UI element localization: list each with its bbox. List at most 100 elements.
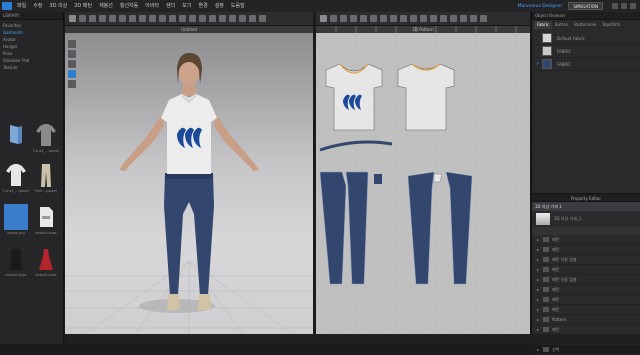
brand-link[interactable]: Marvelous Designer [518,4,563,9]
pin-icon[interactable] [99,15,106,22]
tab-topstitch[interactable]: Topstitch [599,21,623,29]
menu-2d-pattern[interactable]: 2D 패턴 [74,0,92,12]
polygon-icon[interactable] [360,15,367,22]
edit-curvature-icon[interactable] [340,15,347,22]
property-row[interactable]: 3D 의상 가게 1 [532,202,640,211]
move-icon[interactable] [79,15,86,22]
menu-file[interactable]: 파일 [17,0,26,12]
internal-line-icon[interactable] [390,15,397,22]
segment-sewing-icon[interactable] [420,15,427,22]
library-item-dark-fabric[interactable]: default.zpac [2,246,30,277]
topstitch-icon[interactable] [450,15,457,22]
circle-icon[interactable] [380,15,387,22]
strain-map-icon[interactable] [209,15,216,22]
camera-icon[interactable] [169,15,176,22]
tape-icon[interactable] [119,15,126,22]
nav-favorites[interactable]: Favorites [3,22,60,29]
tab-buttonhole[interactable]: Buttonhole [571,21,599,29]
nav-hanger[interactable]: Hanger [3,43,60,50]
nav-garments[interactable]: Garments [3,29,60,36]
nav-texture[interactable]: Texture [3,64,60,71]
tab-button[interactable]: Button [552,21,571,29]
free-sewing-icon[interactable] [430,15,437,22]
library-item-tshirt[interactable]: T-shirt_...(pose) [32,122,60,153]
fabric-item[interactable]: ✓ FABRIC [532,58,640,71]
minimize-icon[interactable] [612,3,618,9]
pleat-icon[interactable] [410,15,417,22]
menu-3d-garment[interactable]: 3D 의상 [49,0,67,12]
show-icon[interactable] [259,15,266,22]
lock-icon[interactable] [229,15,236,22]
object-browser-tabs: Fabric Button Buttonhole Topstitch [532,21,640,29]
pattern-sheet [316,26,530,334]
tree-row[interactable]: ▸패턴 [532,295,640,305]
menu-view[interactable]: 보기 [182,0,191,12]
pattern-icon [543,237,549,242]
right-shoe [198,294,211,310]
garment-preview-row[interactable]: 3D 의상 가게_1 [532,211,640,227]
grain-icon[interactable] [460,15,467,22]
stress-map-icon[interactable] [219,15,226,22]
menu-render[interactable]: 렌더 [166,0,175,12]
tree-row[interactable]: ▸패턴 [532,265,640,275]
fold-icon[interactable] [89,15,96,22]
tree-row[interactable]: ▸ 패턴 자동 맞춤 [532,255,640,265]
button-tool-icon[interactable] [139,15,146,22]
zipper-icon[interactable] [149,15,156,22]
brush-icon[interactable] [129,15,136,22]
hide-icon[interactable] [249,15,256,22]
edit-pattern-icon[interactable] [330,15,337,22]
simulation-badge[interactable]: SIMULATION [568,2,603,10]
fabric-item[interactable]: FABRIC [532,45,640,58]
fabric-item[interactable]: Default Fabric [532,32,640,45]
tree-row[interactable]: ▸패턴 [532,285,640,295]
add-point-icon[interactable] [350,15,357,22]
nav-pose[interactable]: Pose [3,50,60,57]
library-item-pants[interactable]: Pant...(pose) [32,162,60,193]
menu-help[interactable]: 도움말 [231,0,245,12]
menu-avatar[interactable]: 아바타 [145,0,159,12]
right-arm [214,114,259,171]
fold-line-icon[interactable] [470,15,477,22]
tree-row[interactable]: ▸패턴 [532,305,640,315]
freeze-icon[interactable] [239,15,246,22]
tab-fabric[interactable]: Fabric [534,21,552,29]
library-item-folder[interactable] [2,122,30,149]
3d-viewport[interactable]: Untitled [65,26,313,334]
left-arm [119,114,164,171]
dart-icon[interactable] [400,15,407,22]
rectangle-icon[interactable] [370,15,377,22]
pose-icon[interactable] [189,15,196,22]
select-icon[interactable] [69,15,76,22]
transform-pattern-icon[interactable] [320,15,327,22]
tack-icon[interactable] [440,15,447,22]
menu-environment[interactable]: 환경 [199,0,208,12]
library-item-zpac[interactable]: default.zpac [32,204,60,235]
left-shoe [167,294,180,310]
measure-icon[interactable] [109,15,116,22]
object-browser-title: Object Browser [532,12,640,20]
annotation-icon[interactable] [480,15,487,22]
close-icon[interactable] [630,3,636,9]
garment-preview-icon [536,213,550,225]
2d-pattern-viewport[interactable]: 2D Pattern [316,26,530,334]
maximize-icon[interactable] [621,3,627,9]
tree-row[interactable]: ▸패턴 [532,235,640,245]
menu-sewing[interactable]: 재봉선 [99,0,113,12]
library-item-steem-image[interactable]: steem.jpg [2,204,30,235]
tree-row[interactable]: ▸ 패턴 자동 맞춤 [532,275,640,285]
library-item-red-dress[interactable]: default.zpac [32,246,60,277]
nav-avatar[interactable]: Avatar [3,36,60,43]
avatar-icon[interactable] [179,15,186,22]
texture-icon[interactable] [159,15,166,22]
pattern-logo-icon [343,94,362,110]
library-item-tshirt-white[interactable]: T-shirt_...(pose) [2,162,30,193]
tree-row[interactable]: ▸패턴 [532,245,640,255]
tree-row[interactable]: ▸ Pattern [532,315,640,325]
menu-edit[interactable]: 수정 [33,0,42,12]
menu-auto[interactable]: 횡선자동 [120,0,138,12]
nav-shoulder-pad[interactable]: Shoulder Pad [3,57,60,64]
tree-row[interactable]: ▸ 선택 [532,345,640,355]
render-icon[interactable] [199,15,206,22]
menu-settings[interactable]: 설정 [215,0,224,12]
